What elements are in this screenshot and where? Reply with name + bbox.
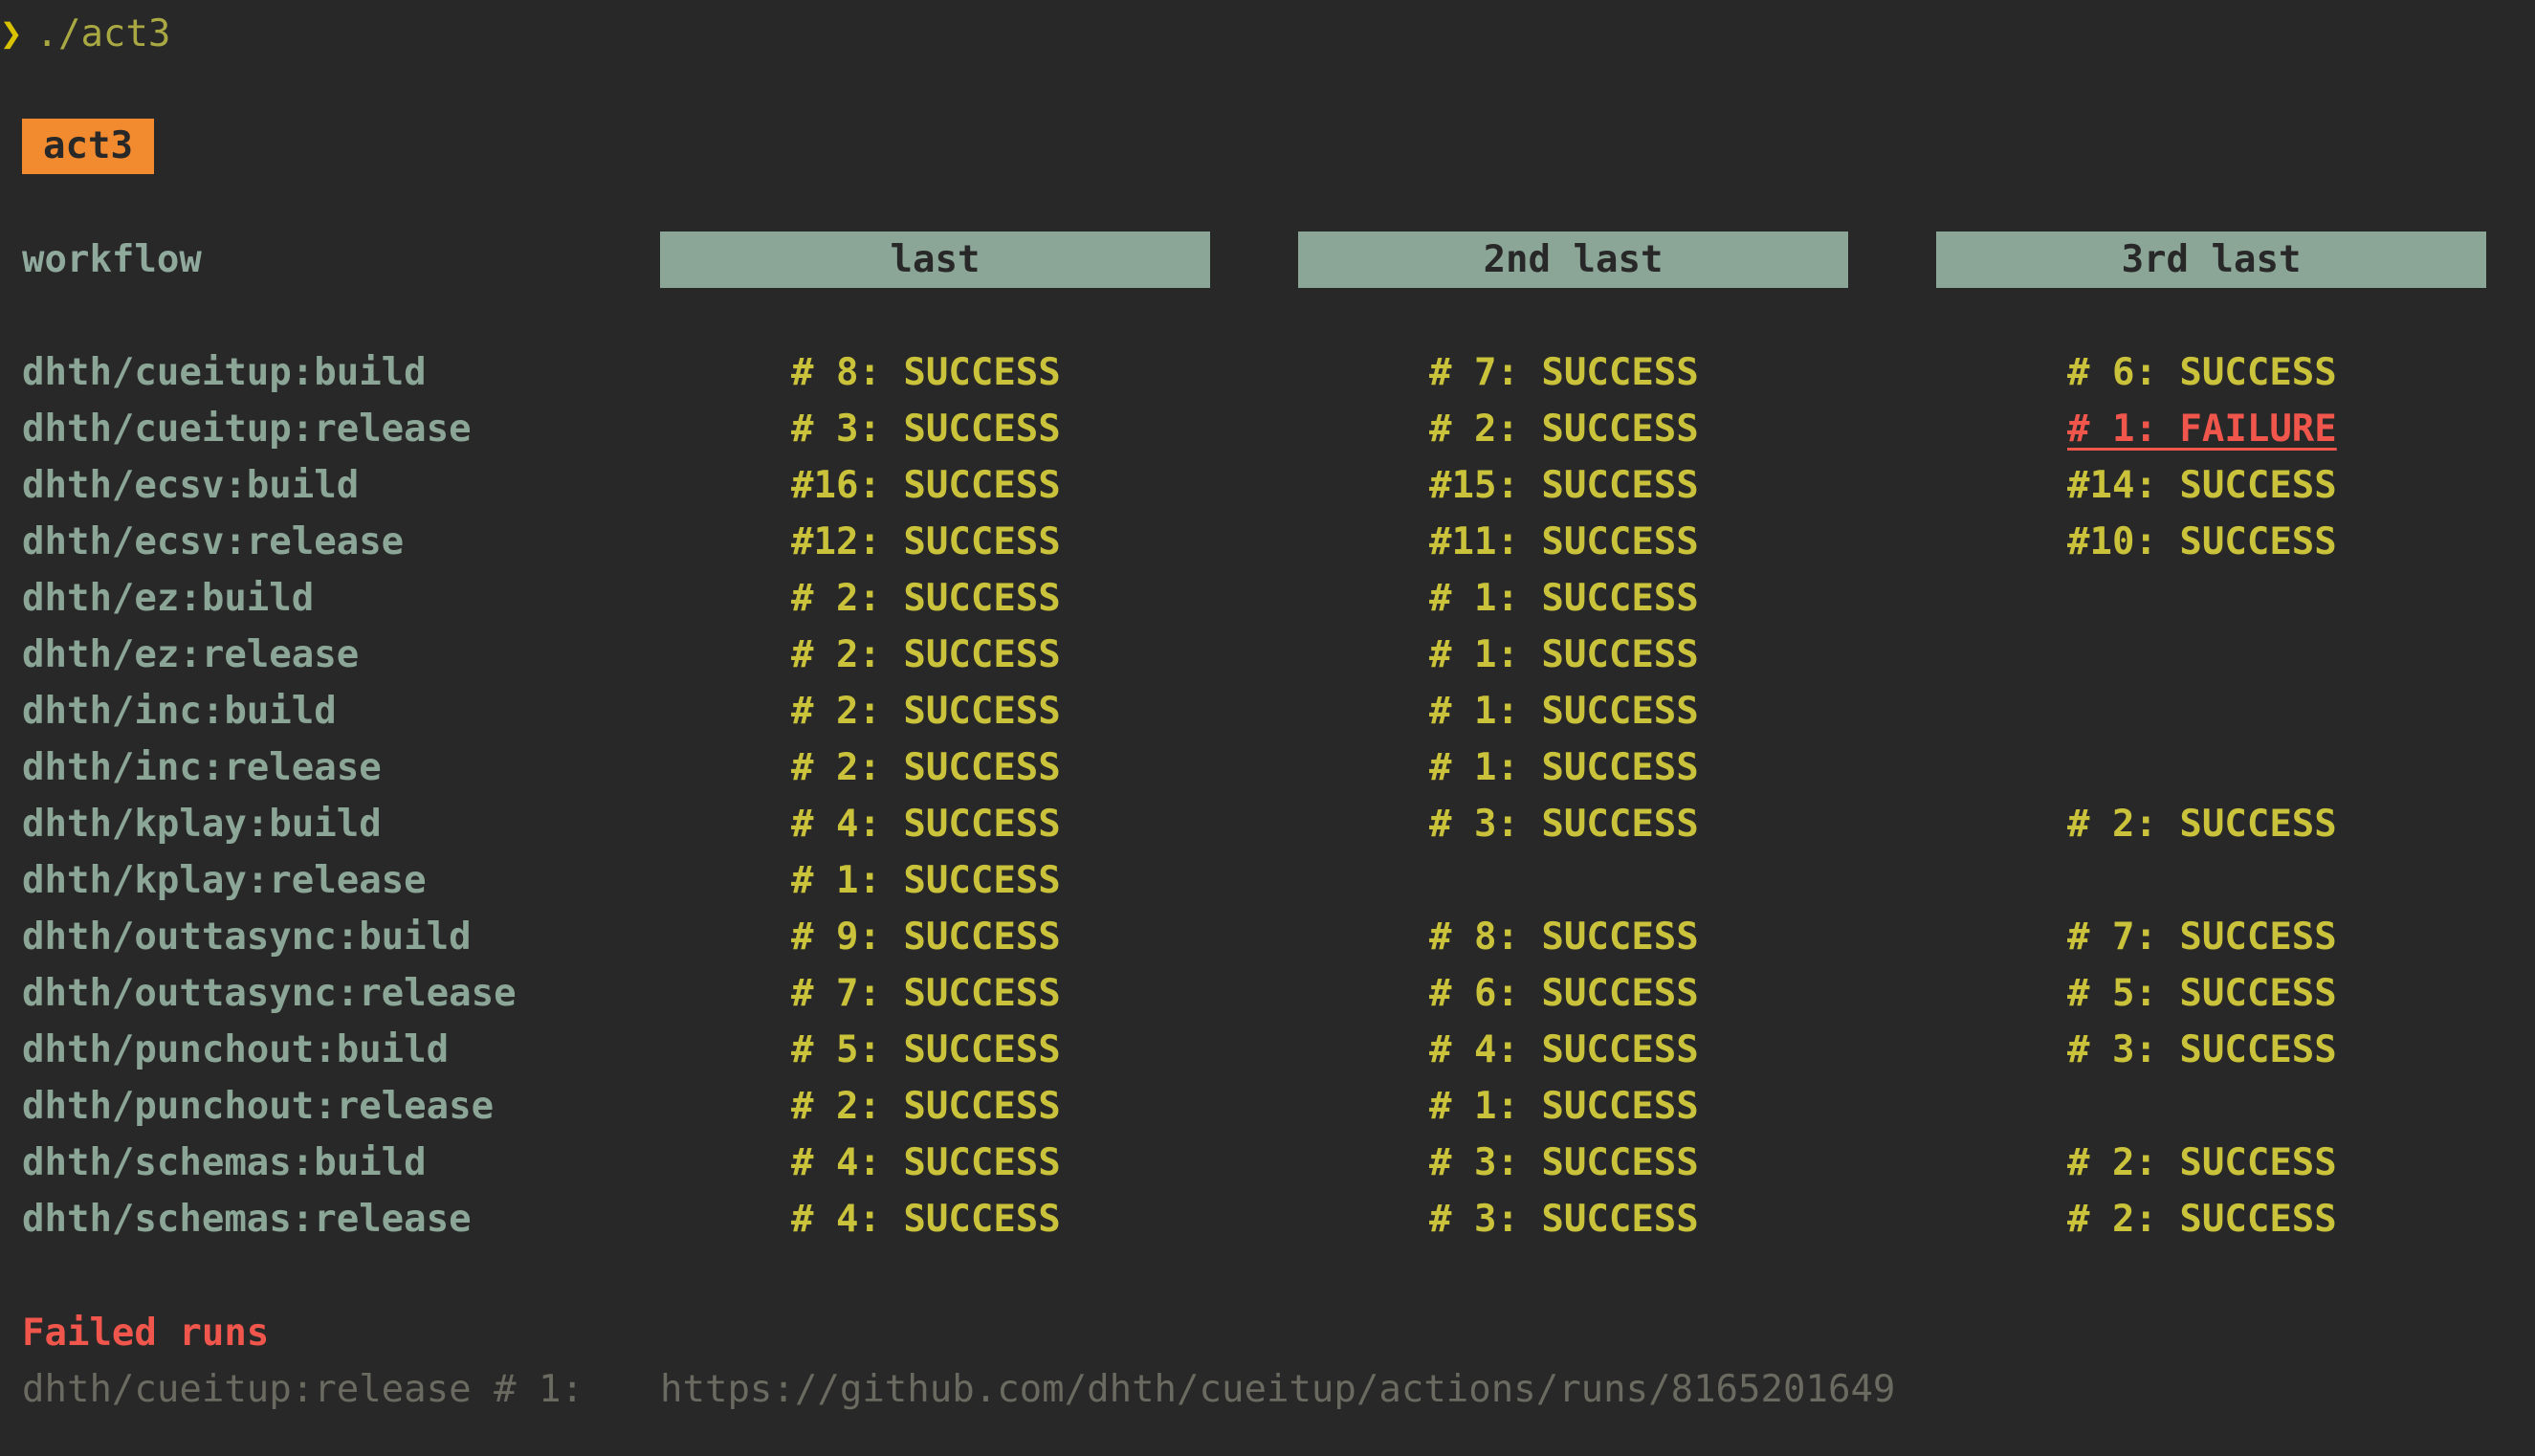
run-status-success: # 6: SUCCESS: [1429, 972, 1699, 1015]
run-status-success: # 2: SUCCESS: [791, 1085, 1061, 1128]
workflow-name: dhth/punchout:build: [22, 1028, 450, 1071]
header-workflow-label: workflow: [22, 238, 202, 281]
workflow-name: dhth/inc:build: [22, 690, 337, 733]
workflow-name: dhth/punchout:release: [22, 1085, 495, 1128]
run-status-success: # 2: SUCCESS: [1429, 408, 1699, 451]
workflow-name: dhth/outtasync:build: [22, 916, 472, 959]
run-status-success: #11: SUCCESS: [1429, 520, 1699, 563]
run-status-success: # 4: SUCCESS: [1429, 1028, 1699, 1071]
failed-runs-heading: Failed runs: [22, 1312, 270, 1355]
run-status-success: # 1: SUCCESS: [1429, 746, 1699, 789]
run-status-success: # 1: SUCCESS: [1429, 1085, 1699, 1128]
run-status-success: # 3: SUCCESS: [791, 408, 1061, 451]
workflow-name: dhth/ecsv:build: [22, 464, 360, 507]
workflow-name: dhth/ez:build: [22, 577, 315, 620]
prompt-arrow-icon: ❯: [0, 12, 23, 55]
run-status-success: # 3: SUCCESS: [1429, 1141, 1699, 1184]
run-status-success: # 4: SUCCESS: [791, 1141, 1061, 1184]
run-status-success: # 1: SUCCESS: [1429, 633, 1699, 676]
run-status-success: # 1: SUCCESS: [791, 859, 1061, 902]
run-status-success: # 1: SUCCESS: [1429, 577, 1699, 620]
run-status-success: # 8: SUCCESS: [1429, 916, 1699, 959]
run-status-success: # 1: SUCCESS: [1429, 690, 1699, 733]
workflow-name: dhth/outtasync:release: [22, 972, 517, 1015]
run-status-success: # 3: SUCCESS: [2067, 1028, 2337, 1071]
run-status-success: # 5: SUCCESS: [791, 1028, 1061, 1071]
run-status-success: # 2: SUCCESS: [2067, 803, 2337, 846]
run-status-success: # 2: SUCCESS: [2067, 1198, 2337, 1241]
workflow-name: dhth/cueitup:build: [22, 351, 427, 394]
header-column-3rd-last: 3rd last: [1936, 232, 2486, 288]
run-status-success: #14: SUCCESS: [2067, 464, 2337, 507]
run-status-success: # 7: SUCCESS: [791, 972, 1061, 1015]
workflow-name: dhth/kplay:release: [22, 859, 427, 902]
run-status-success: # 2: SUCCESS: [791, 746, 1061, 789]
run-status-success: #15: SUCCESS: [1429, 464, 1699, 507]
run-status-success: #16: SUCCESS: [791, 464, 1061, 507]
run-status-success: # 2: SUCCESS: [791, 633, 1061, 676]
run-status-success: # 2: SUCCESS: [791, 577, 1061, 620]
run-status-success: # 3: SUCCESS: [1429, 1198, 1699, 1241]
run-status-success: # 6: SUCCESS: [2067, 351, 2337, 394]
run-status-success: # 2: SUCCESS: [2067, 1141, 2337, 1184]
workflow-name: dhth/schemas:build: [22, 1141, 427, 1184]
workflow-name: dhth/cueitup:release: [22, 408, 472, 451]
workflow-name: dhth/schemas:release: [22, 1198, 472, 1241]
run-status-success: # 2: SUCCESS: [791, 690, 1061, 733]
run-status-failure[interactable]: # 1: FAILURE: [2067, 401, 2337, 457]
header-column-last: last: [660, 232, 1210, 288]
run-status-success: # 8: SUCCESS: [791, 351, 1061, 394]
run-status-success: #10: SUCCESS: [2067, 520, 2337, 563]
command-text: ./act3: [35, 12, 171, 55]
run-status-success: # 3: SUCCESS: [1429, 803, 1699, 846]
run-status-success: # 7: SUCCESS: [2067, 916, 2337, 959]
header-column-2nd-last: 2nd last: [1298, 232, 1848, 288]
run-status-success: # 5: SUCCESS: [2067, 972, 2337, 1015]
workflow-name: dhth/ez:release: [22, 633, 360, 676]
run-status-success: # 4: SUCCESS: [791, 1198, 1061, 1241]
workflow-name: dhth/kplay:build: [22, 803, 382, 846]
failed-run-url-link[interactable]: https://github.com/dhth/cueitup/actions/…: [660, 1361, 1895, 1418]
failed-run-label: dhth/cueitup:release # 1:: [22, 1368, 584, 1411]
workflow-name: dhth/ecsv:release: [22, 520, 405, 563]
title-badge: act3: [22, 119, 154, 174]
run-status-success: # 9: SUCCESS: [791, 916, 1061, 959]
workflow-name: dhth/inc:release: [22, 746, 382, 789]
run-status-success: #12: SUCCESS: [791, 520, 1061, 563]
run-status-success: # 7: SUCCESS: [1429, 351, 1699, 394]
run-status-success: # 4: SUCCESS: [791, 803, 1061, 846]
prompt-line: ❯ ./act3: [0, 6, 170, 62]
